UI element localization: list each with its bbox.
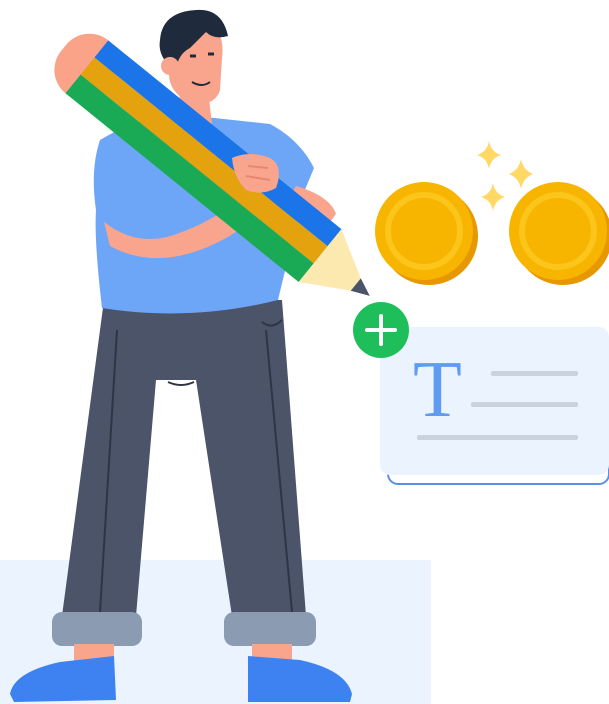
text-card-glyph: T [413, 346, 462, 434]
text-card-line [491, 371, 578, 376]
text-card-line [417, 435, 578, 440]
coin-icon [375, 182, 478, 285]
coin-icon-2 [509, 182, 609, 285]
pants-cuff [224, 612, 316, 646]
plus-icon[interactable] [353, 302, 409, 358]
pants-cuff [52, 612, 142, 646]
text-card: T [380, 327, 609, 485]
illustration-canvas: T [0, 9, 609, 704]
text-card-line [471, 402, 578, 407]
